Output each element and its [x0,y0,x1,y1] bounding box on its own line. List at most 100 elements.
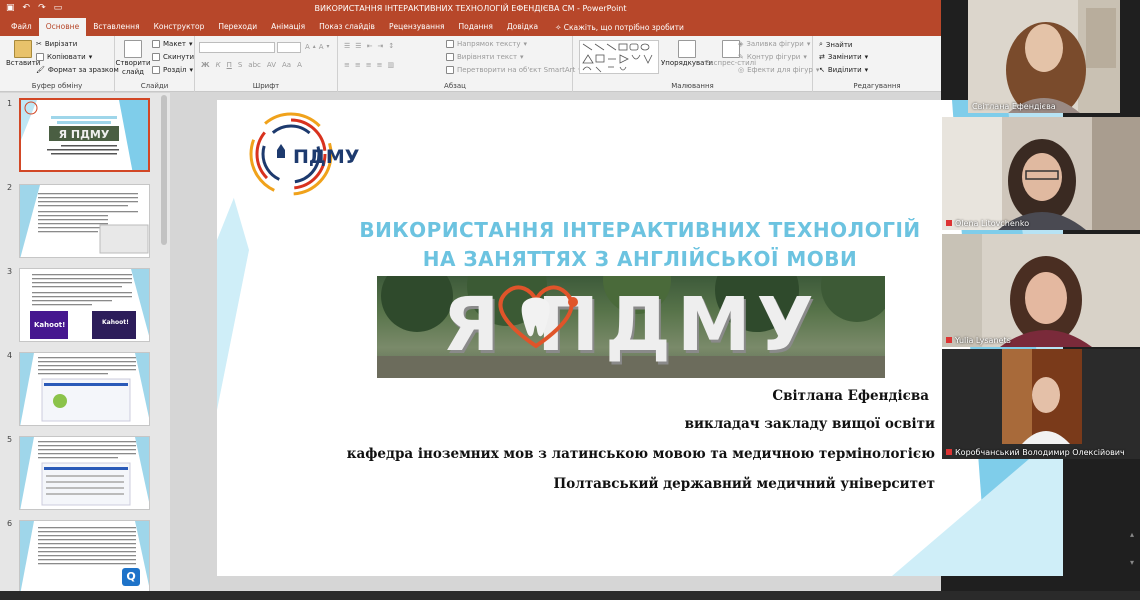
participant-tile-4[interactable]: Коробчанський Володимир Олексійович [942,349,1140,459]
side-scroll-indicator[interactable]: ▴ ▾ [1130,530,1138,570]
lightbulb-icon: ✧ [555,22,564,32]
cut-button[interactable]: ✂ Вирізати [36,40,77,48]
slide-thumbnails-pane[interactable]: 1 Я ПДМУ 2 3 Kahoot! Kahoot! 4 5 6 [0,93,170,591]
font-name-select[interactable] [199,42,275,53]
smartart-button[interactable]: Перетворити на об'єкт SmartArt▾ [446,66,582,74]
paragraph-group: ☰ ☰ ⇤ ⇥ ↕ ≡ ≡ ≡ ≡ ▥ Напрямок тексту ▾ Вирівняти т… [338,36,582,92]
thumbnail-number: 2 [7,183,13,192]
author-position: викладач закладу вищої освіти [684,416,935,432]
italic-button[interactable]: К [216,61,221,69]
bold-button[interactable]: Ж [201,61,210,69]
copy-icon [36,53,44,61]
participant-name: Yulia Lysanets [955,336,1011,345]
tab-animations[interactable]: Анімація [264,18,312,36]
text-direction-button[interactable]: Напрямок тексту ▾ [446,40,527,48]
slide-5-preview [20,437,149,509]
arrange-icon [678,40,697,58]
new-slide-button[interactable]: Створити слайд [116,40,151,77]
format-painter-button[interactable]: 🖌 Формат за зразком [36,66,119,74]
editing-group: ⌕ Знайти ⇄ Замінити ▾ ↖ Виділити ▾ Редагуванн… [813,36,941,92]
slide-thumbnail-3[interactable]: Kahoot! Kahoot! [19,268,150,342]
reset-icon [152,53,160,61]
current-slide[interactable]: ПДМУ ВИКОРИСТАННЯ ІНТЕРАКТИВНИХ ТЕХНОЛОГ… [217,100,1063,576]
ribbon: Вставити ✂ Вирізати Копіювати ▾ 🖌 Формат за… [0,36,941,92]
scissors-icon: ✂ [36,40,42,48]
select-button[interactable]: ↖ Виділити ▾ [819,66,868,74]
grow-font-button[interactable]: A ▴ A ▾ [305,43,329,51]
slide-thumbnail-4[interactable] [19,352,150,426]
copy-button[interactable]: Копіювати ▾ [36,53,92,61]
shape-outline-button[interactable]: ✎ Контур фігури ▾ [738,53,807,61]
font-format-buttons: Ж К П Sabc AV Aa A [201,61,302,69]
shape-effects-button[interactable]: ◎ Ефекти для фігур ▾ [738,66,819,74]
align-text-button[interactable]: Вирівняти текст ▾ [446,53,524,61]
slide-thumbnail-5[interactable] [19,436,150,510]
slides-group-label: Слайди [140,82,169,90]
participant-video-3 [942,234,1140,347]
bottom-bar [0,591,1140,600]
chevron-down-icon: ▾ [189,66,194,74]
tab-file[interactable]: Файл [4,18,39,36]
change-case-button[interactable]: AV [267,61,276,69]
columns-icon[interactable]: ▥ [388,61,395,69]
section-icon [152,66,160,74]
reset-button[interactable]: Скинути [152,53,194,61]
bullets-icon[interactable]: ☰ [344,42,350,50]
drawing-group-label: Малювання [671,82,714,90]
replace-button[interactable]: ⇄ Замінити ▾ [819,53,868,61]
participant-tile-3[interactable]: Yulia Lysanets [942,234,1140,347]
thumbnails-scrollbar[interactable] [161,95,167,245]
section-button[interactable]: Розділ ▾ [152,66,193,74]
participant-tile-1[interactable]: Світлана Ефендієва [968,0,1120,113]
author-university: Полтавський державний медичний університ… [553,476,935,492]
tab-insert[interactable]: Вставлення [86,18,146,36]
participant-tile-2[interactable]: Olena Litovchenko [942,117,1140,230]
underline-button[interactable]: П [227,61,232,69]
tell-me-search[interactable]: ✧ Скажіть, що потрібно зробити [555,23,684,32]
tab-view[interactable]: Подання [452,18,500,36]
line-spacing-icon[interactable]: ↕ [388,42,394,50]
font-size-select[interactable] [277,42,301,53]
find-button[interactable]: ⌕ Знайти [819,40,852,49]
align-buttons: ≡ ≡ ≡ ≡ ▥ [344,61,394,69]
search-icon: ⌕ [819,40,823,48]
cursor-icon: ↖ [819,66,825,74]
slide-thumbnail-2[interactable] [19,184,150,258]
tab-help[interactable]: Довідка [500,18,545,36]
numbering-icon[interactable]: ☰ [355,42,361,50]
align-center-icon[interactable]: ≡ [355,61,361,69]
shape-fill-button[interactable]: ◈ Заливка фігури ▾ [738,40,810,48]
decrease-indent-icon[interactable]: ⇤ [367,42,373,50]
chevron-down-icon: ▾ [864,66,869,74]
tab-review[interactable]: Рецензування [382,18,452,36]
effects-icon: ◎ [738,66,745,74]
spacing-button[interactable]: abc [248,61,261,69]
shapes-gallery[interactable] [579,40,659,74]
thumbnail-number: 1 [7,99,13,108]
case-button[interactable]: Aa [282,61,291,69]
paragraph-group-label: Абзац [444,82,466,90]
slides-group: Створити слайд Макет ▾ Скинути Розділ ▾ Сл… [115,36,195,92]
align-left-icon[interactable]: ≡ [344,61,350,69]
chevron-down-icon: ▾ [188,40,193,48]
slide-3-preview [30,269,149,339]
font-color-button[interactable]: A [297,61,302,69]
tab-home[interactable]: Основне [38,18,87,36]
layout-button[interactable]: Макет ▾ [152,40,192,48]
align-right-icon[interactable]: ≡ [366,61,372,69]
increase-indent-icon[interactable]: ⇥ [377,42,383,50]
zoom-app-button[interactable]: Q [122,568,140,586]
slide-thumbnail-1[interactable]: Я ПДМУ [19,98,150,172]
brush-icon: 🖌 [36,66,45,74]
thumbnail-number: 6 [7,519,13,528]
tab-slide-show[interactable]: Показ слайдів [312,18,382,36]
thumbnail-number: 4 [7,351,13,360]
justify-icon[interactable]: ≡ [377,61,383,69]
tab-design[interactable]: Конструктор [147,18,212,36]
tab-transitions[interactable]: Переходи [211,18,264,36]
participant-name: Коробчанський Володимир Олексійович [955,448,1125,457]
strikethrough-button[interactable]: S [238,61,242,69]
clipboard-group-label: Буфер обміну [31,82,83,90]
title-bar: ▣ ↶ ↷ ▭ ВИКОРИСТАННЯ ІНТЕРАКТИВНИХ ТЕХНО… [0,0,941,18]
slide-1-preview: Я ПДМУ [21,100,148,170]
